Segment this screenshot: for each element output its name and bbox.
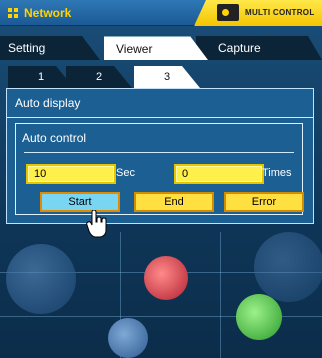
app-window: Network MULTI CONTROL Setting Capture Vi… [0, 0, 322, 358]
tab-capture-label: Capture [218, 41, 261, 55]
subtab-3[interactable]: 3 [134, 66, 200, 88]
projector-icon [217, 4, 239, 21]
seconds-unit-label: Sec [116, 167, 135, 179]
start-button[interactable]: Start [40, 192, 120, 212]
times-unit-label: Times [262, 167, 292, 179]
tab-capture[interactable]: Capture [196, 36, 322, 60]
multi-control-badge[interactable]: MULTI CONTROL [194, 0, 322, 26]
camera-bubble-icon [236, 294, 282, 340]
sub-tabs: 1 2 3 [0, 66, 322, 88]
panel-divider [7, 117, 313, 118]
auto-control-group: Auto control 10 Sec 0 Times Start End Er… [15, 123, 304, 215]
mail-bubble-icon [144, 256, 188, 300]
main-tabs: Setting Capture Viewer [0, 36, 322, 60]
decor-bubble [6, 244, 76, 314]
group-title: Auto control [22, 131, 87, 145]
multi-control-label: MULTI CONTROL [245, 8, 315, 17]
seconds-input[interactable]: 10 [26, 164, 116, 184]
decor-bubble [254, 232, 322, 302]
grid-icon [8, 8, 18, 18]
panel-title: Auto display [15, 96, 81, 110]
tab-viewer[interactable]: Viewer [104, 36, 208, 60]
window-title: Network [24, 6, 72, 20]
auto-display-panel: Auto display Auto control 10 Sec 0 Times… [6, 88, 314, 224]
group-divider [24, 152, 294, 153]
projector-bubble-icon [108, 318, 148, 358]
error-button[interactable]: Error [224, 192, 304, 212]
subtab-2[interactable]: 2 [66, 66, 132, 88]
subtab-1[interactable]: 1 [8, 66, 74, 88]
times-input[interactable]: 0 [174, 164, 264, 184]
grid-line [220, 232, 221, 358]
title-bar: Network MULTI CONTROL [0, 0, 322, 26]
tab-setting[interactable]: Setting [0, 36, 100, 60]
end-button[interactable]: End [134, 192, 214, 212]
background-decoration [0, 232, 322, 358]
